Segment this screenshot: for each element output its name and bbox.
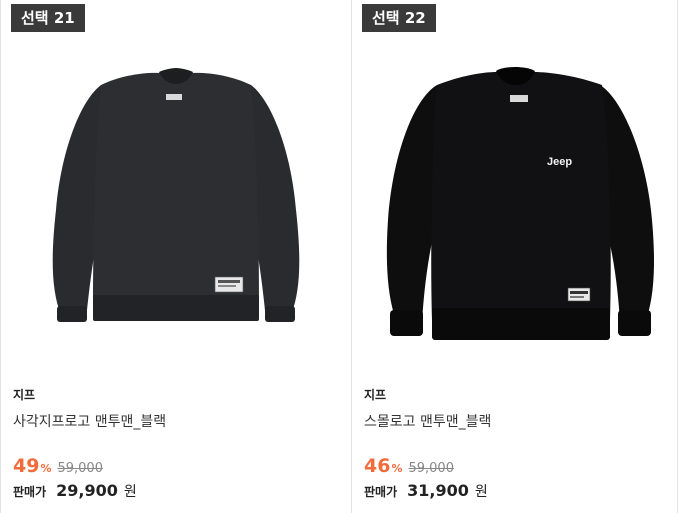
sale-price-row: 판매가 31,900 원	[364, 481, 488, 501]
product-name[interactable]: 사각지프로고 맨투맨_블랙	[13, 411, 166, 431]
sale-price: 31,900	[407, 481, 469, 500]
product-card[interactable]: 선택 21 지프 사각지프로고 맨투맨_블랙 49% 59,000 판매가 29…	[0, 0, 352, 513]
sale-price: 29,900	[56, 481, 118, 500]
sweatshirt-image: Jeep	[386, 67, 654, 340]
sale-price-label: 판매가	[364, 485, 398, 499]
sweatshirt-image	[52, 68, 300, 322]
brand-name: 지프	[364, 388, 387, 402]
currency-unit: 원	[474, 484, 488, 500]
discount-rate: 46	[364, 455, 391, 477]
selection-tag: 선택 21	[11, 4, 85, 32]
currency-unit: 원	[123, 484, 137, 500]
brand-name: 지프	[13, 388, 36, 402]
sale-price-label: 판매가	[13, 485, 47, 499]
product-image[interactable]	[1, 40, 351, 370]
sale-price-row: 판매가 29,900 원	[13, 481, 137, 501]
discount-rate: 49	[13, 455, 40, 477]
original-price: 59,000	[57, 461, 103, 476]
product-card[interactable]: 선택 22 Jeep 지프 스몰로고 맨투맨_블랙 46% 59,000 판매가…	[352, 0, 678, 513]
product-name[interactable]: 스몰로고 맨투맨_블랙	[364, 411, 491, 431]
discount-row: 46% 59,000	[364, 455, 454, 479]
product-grid: 선택 21 지프 사각지프로고 맨투맨_블랙 49% 59,000 판매가 29…	[0, 0, 678, 513]
discount-unit: %	[391, 462, 403, 475]
original-price: 59,000	[408, 461, 454, 476]
jeep-logo: Jeep	[547, 156, 572, 168]
discount-row: 49% 59,000	[13, 455, 103, 479]
product-image[interactable]: Jeep	[352, 40, 677, 370]
selection-tag: 선택 22	[362, 4, 436, 32]
discount-unit: %	[40, 462, 52, 475]
